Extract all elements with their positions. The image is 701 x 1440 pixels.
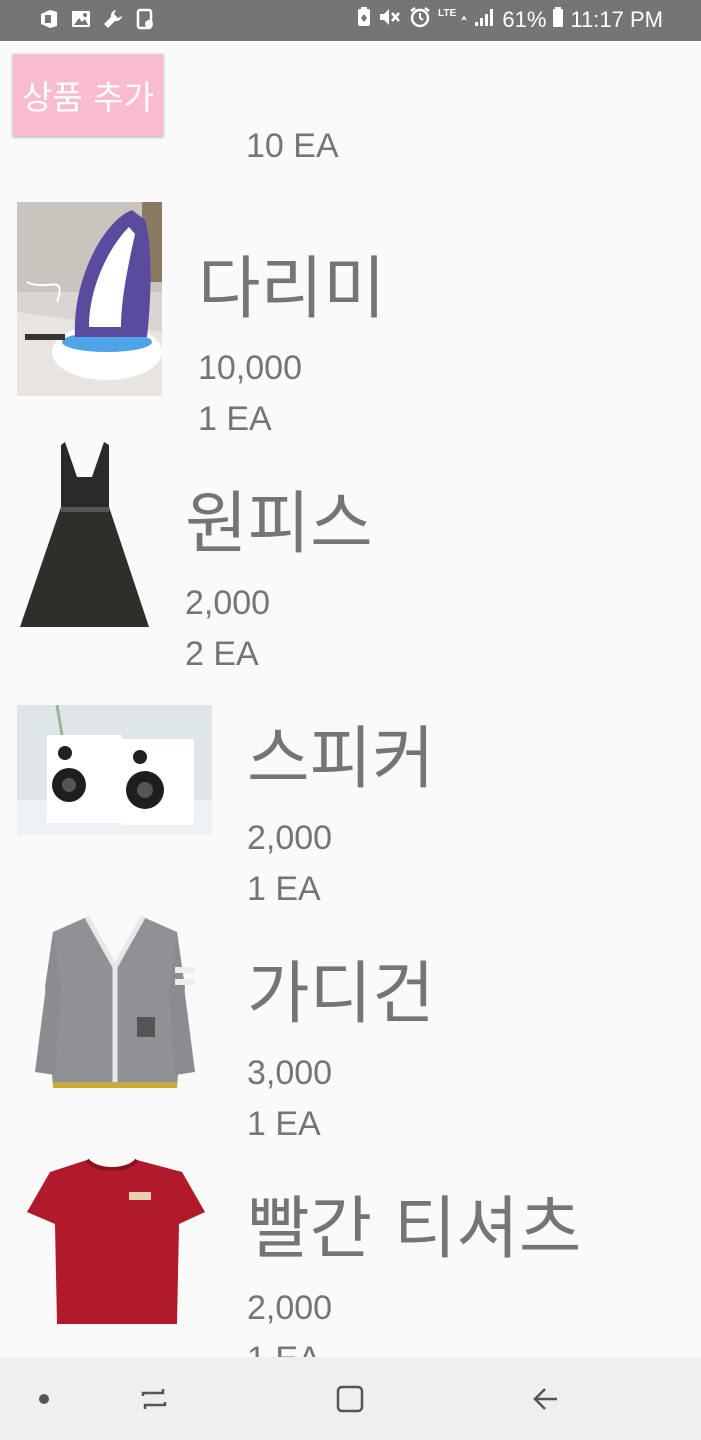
office-icon — [38, 8, 60, 30]
signal-icon — [474, 6, 496, 34]
add-product-button[interactable]: 상품 추가 — [13, 54, 163, 136]
product-price: 2,000 — [247, 1289, 333, 1327]
notification-icons — [38, 8, 156, 30]
alarm-icon — [408, 6, 432, 34]
list-item[interactable]: 가디건 3,000 1 EA — [0, 896, 701, 1141]
battery-icon — [552, 6, 564, 34]
product-price: 2,000 — [247, 819, 333, 857]
clock: 11:17 PM — [570, 7, 663, 32]
speaker-image — [17, 705, 212, 835]
home-icon[interactable] — [310, 1357, 390, 1440]
red-tshirt-image — [17, 1142, 212, 1336]
product-name: 스피커 — [247, 720, 435, 799]
product-qty: 10 EA — [246, 127, 339, 165]
product-name: 원피스 — [185, 485, 373, 564]
dot-icon[interactable] — [4, 1357, 84, 1440]
list-item[interactable]: 다리미 10,000 1 EA — [0, 191, 701, 436]
recent-apps-icon[interactable] — [114, 1357, 194, 1440]
navigation-bar — [0, 1357, 701, 1440]
svg-text:LTE: LTE — [438, 8, 456, 19]
wrench-icon — [102, 8, 124, 30]
product-list[interactable]: 10 EA 다리미 10,000 1 EA 원피스 2,000 2 EA 스피커… — [0, 41, 701, 1357]
list-item[interactable]: 원피스 2,000 2 EA — [0, 426, 701, 671]
product-name: 가디건 — [247, 955, 435, 1034]
product-name: 빨간 티셔츠 — [247, 1190, 582, 1269]
battery-saver-icon — [356, 6, 372, 34]
iron-image — [17, 202, 162, 396]
list-item[interactable]: 빨간 티셔츠 2,000 1 EA — [0, 1131, 701, 1357]
battery-percent: 61% — [502, 7, 547, 32]
product-price: 3,000 — [247, 1054, 333, 1092]
mute-icon — [378, 6, 402, 34]
system-status: LTE 61% 11:17 PM — [356, 6, 663, 34]
dress-image — [17, 437, 152, 631]
status-bar: LTE 61% 11:17 PM — [0, 0, 701, 41]
back-icon[interactable] — [506, 1357, 586, 1440]
product-price: 2,000 — [185, 584, 271, 622]
product-qty: 1 EA — [247, 1342, 321, 1357]
cardigan-image — [17, 907, 212, 1101]
product-price: 10,000 — [198, 349, 302, 387]
gallery-icon — [70, 8, 92, 30]
device-file-icon — [134, 8, 156, 30]
product-name: 다리미 — [198, 250, 386, 329]
lte-icon: LTE — [438, 6, 468, 34]
list-item[interactable]: 스피커 2,000 1 EA — [0, 661, 701, 906]
